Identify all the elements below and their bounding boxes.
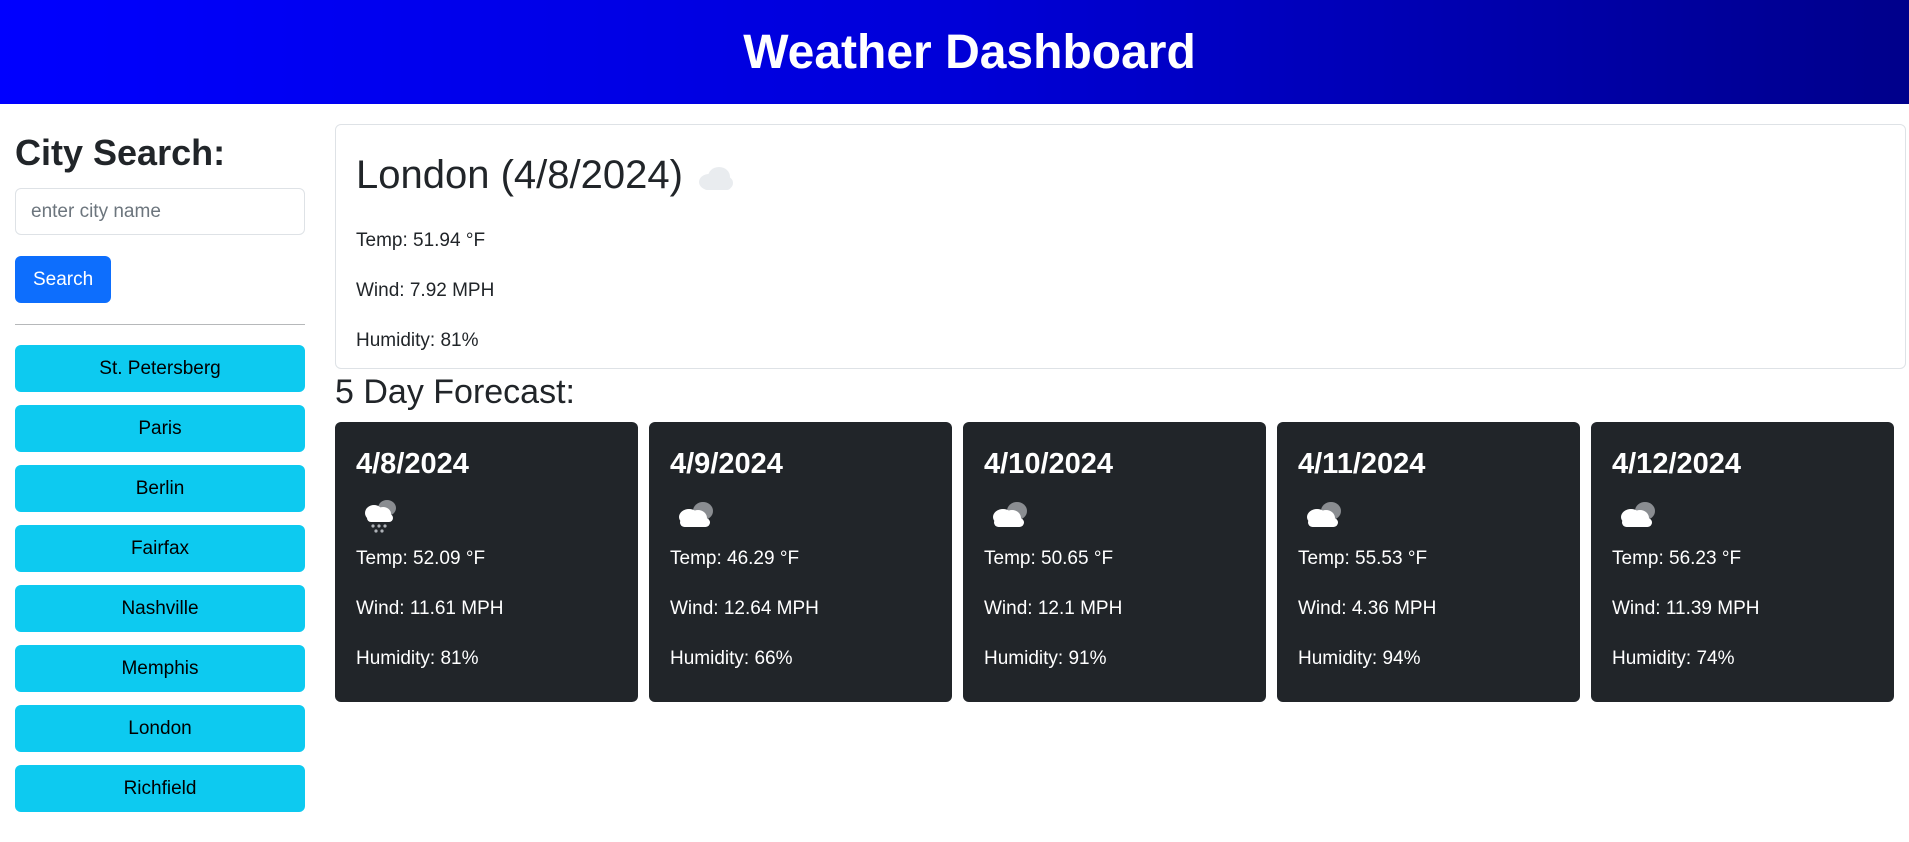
search-button[interactable]: Search [15,256,112,303]
forecast-wind: Wind: 12.1 MPH [984,598,1123,619]
forecast-card: 4/9/2024 Temp: 46.29 °F Wind: 12.64 MPH … [649,422,952,702]
current-temp: Temp: 51.94 °F [356,230,486,251]
page-title: Weather Dashboard [743,25,1196,79]
broken-clouds-icon [1298,488,1559,542]
current-humidity: Humidity: 81% [356,330,479,351]
forecast-date: 4/8/2024 [356,448,469,480]
forecast-wind: Wind: 11.61 MPH [356,598,504,619]
snow-cloud-icon [356,488,617,542]
cloud-icon [695,155,735,203]
forecast-temp: Temp: 55.53 °F [1298,548,1428,569]
city-history-list: St. Petersberg Paris Berlin Fairfax Nash… [15,345,305,812]
forecast-humidity: Humidity: 94% [1298,648,1421,669]
forecast-heading: 5 Day Forecast: [335,373,575,411]
forecast-date: 4/9/2024 [670,448,783,480]
city-button-richfield[interactable]: Richfield [15,765,305,812]
current-city-date: London (4/8/2024) [356,153,683,197]
city-button-st-petersberg[interactable]: St. Petersberg [15,345,305,392]
sidebar-divider [15,324,305,325]
forecast-temp: Temp: 50.65 °F [984,548,1114,569]
forecast-card: 4/10/2024 Temp: 50.65 °F Wind: 12.1 MPH … [963,422,1266,702]
forecast-card: 4/8/2024 Temp: 52.09 °F Wind: 11.61 MPH … [335,422,638,702]
city-search-heading: City Search: [15,132,226,173]
forecast-humidity: Humidity: 81% [356,648,479,669]
city-search-input[interactable] [15,188,305,235]
broken-clouds-icon [1612,488,1873,542]
forecast-date: 4/12/2024 [1612,448,1742,480]
city-button-london[interactable]: London [15,705,305,752]
forecast-date: 4/10/2024 [984,448,1114,480]
forecast-card: 4/11/2024 Temp: 55.53 °F Wind: 4.36 MPH … [1277,422,1580,702]
forecast-cards: 4/8/2024 Temp: 52.09 °F Wind: 11.61 MPH … [335,422,1894,702]
forecast-humidity: Humidity: 91% [984,648,1107,669]
city-button-berlin[interactable]: Berlin [15,465,305,512]
app-header: Weather Dashboard [0,0,1909,104]
current-wind: Wind: 7.92 MPH [356,280,495,301]
city-button-nashville[interactable]: Nashville [15,585,305,632]
broken-clouds-icon [984,488,1245,542]
forecast-card: 4/12/2024 Temp: 56.23 °F Wind: 11.39 MPH… [1591,422,1894,702]
broken-clouds-icon [670,488,931,542]
city-button-paris[interactable]: Paris [15,405,305,452]
forecast-humidity: Humidity: 66% [670,648,793,669]
city-button-fairfax[interactable]: Fairfax [15,525,305,572]
forecast-humidity: Humidity: 74% [1612,648,1735,669]
current-weather-title: London (4/8/2024) [356,147,1885,203]
current-weather-card: London (4/8/2024) Temp: 51.94 °F Wind: 7… [335,124,1906,369]
forecast-temp: Temp: 56.23 °F [1612,548,1742,569]
forecast-wind: Wind: 12.64 MPH [670,598,819,619]
forecast-wind: Wind: 11.39 MPH [1612,598,1760,619]
forecast-date: 4/11/2024 [1298,448,1426,480]
forecast-wind: Wind: 4.36 MPH [1298,598,1437,619]
sidebar: City Search: Search St. Petersberg Paris… [15,104,305,825]
city-button-memphis[interactable]: Memphis [15,645,305,692]
forecast-temp: Temp: 52.09 °F [356,548,486,569]
forecast-temp: Temp: 46.29 °F [670,548,800,569]
